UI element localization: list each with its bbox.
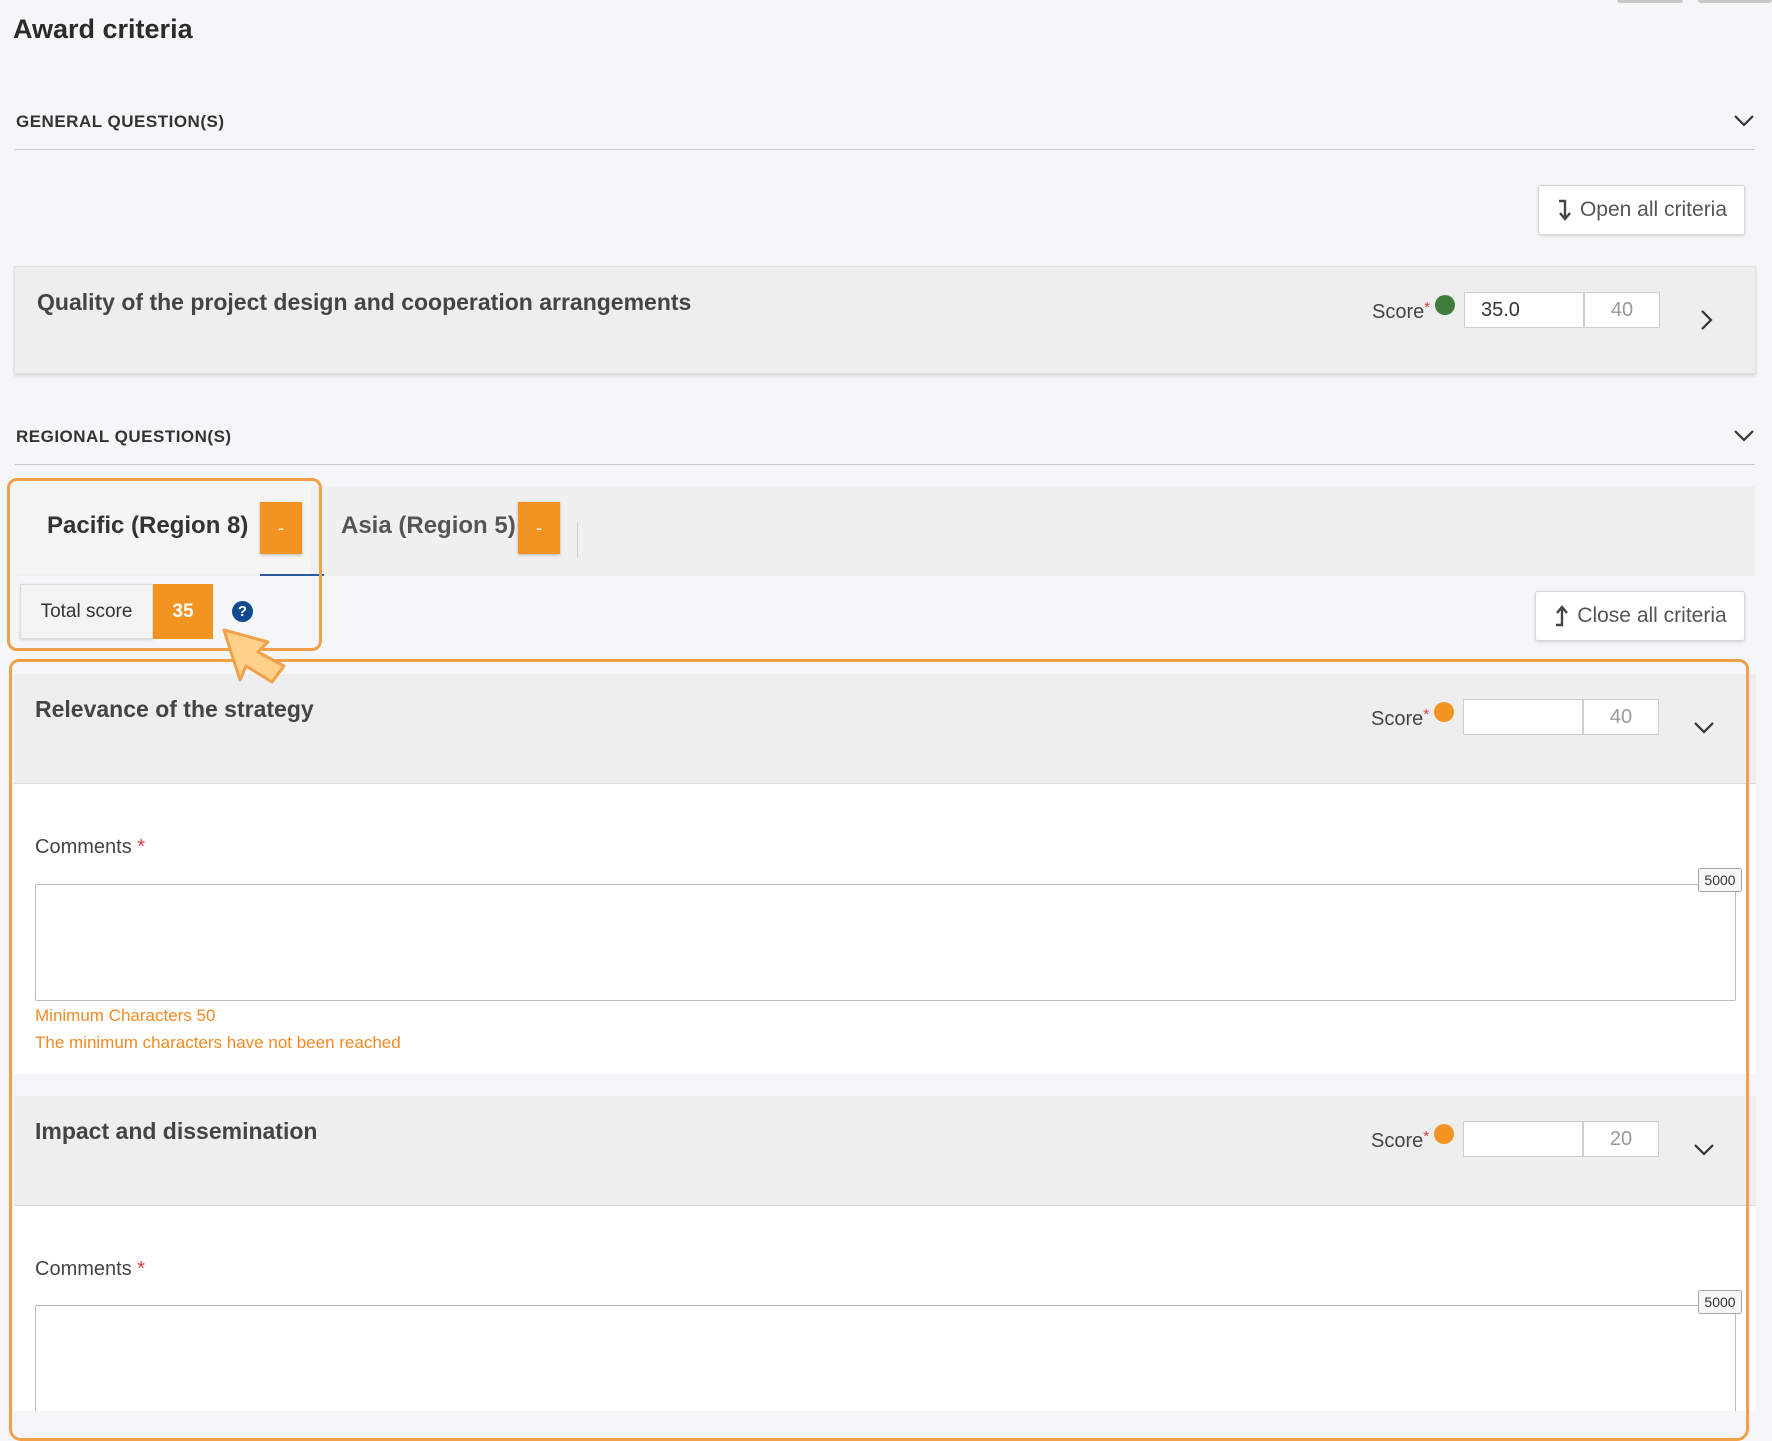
score-input[interactable]: [1463, 1121, 1583, 1157]
criterion-card-impact[interactable]: Impact and dissemination Score* 20: [14, 1096, 1756, 1206]
min-chars-warning: The minimum characters have not been rea…: [35, 1033, 401, 1052]
score-status-dot: [1434, 702, 1454, 722]
open-all-criteria-button[interactable]: Open all criteria: [1538, 185, 1745, 235]
score-label: Score*: [1372, 299, 1431, 323]
criterion-card-quality[interactable]: Quality of the project design and cooper…: [14, 266, 1756, 374]
criterion-body-relevance: Comments * 5000 Minimum Characters 50 Th…: [14, 784, 1756, 1074]
close-all-criteria-button[interactable]: Close all criteria: [1535, 591, 1745, 641]
total-score-label: Total score: [20, 584, 153, 639]
chevron-down-icon[interactable]: [1693, 721, 1715, 735]
chevron-right-icon[interactable]: [1700, 309, 1714, 331]
max-score: 40: [1583, 699, 1659, 735]
active-tab-indicator: [260, 574, 324, 576]
top-toolbar-button[interactable]: [1617, 0, 1683, 3]
comments-textarea[interactable]: [35, 1305, 1736, 1411]
tab-pacific-badge: -: [260, 502, 302, 554]
chevron-down-icon[interactable]: [1733, 429, 1755, 443]
max-score: 40: [1584, 292, 1660, 328]
close-all-criteria-label: Close all criteria: [1577, 604, 1727, 627]
regional-questions-label: REGIONAL QUESTION(S): [16, 427, 232, 446]
card-gap: [14, 1074, 1756, 1096]
arrow-up-icon: [1556, 605, 1569, 627]
pointer-arrow-icon: [222, 628, 286, 684]
max-score: 20: [1583, 1121, 1659, 1157]
criterion-card-relevance[interactable]: Relevance of the strategy Score* 40: [14, 674, 1756, 784]
criterion-title: Relevance of the strategy: [35, 696, 314, 722]
arrow-down-icon: [1558, 199, 1571, 221]
min-chars-hint: Minimum Characters 50: [35, 1006, 216, 1025]
region-tabs: Pacific (Region 8) - Asia (Region 5) -: [15, 486, 1755, 576]
chevron-down-icon[interactable]: [1693, 1143, 1715, 1157]
general-questions-label: GENERAL QUESTION(S): [16, 112, 225, 131]
top-toolbar-button[interactable]: [1698, 0, 1772, 3]
page-title: Award criteria: [13, 14, 193, 44]
score-input[interactable]: [1464, 292, 1584, 328]
score-label: Score*: [1371, 706, 1430, 730]
criterion-body-impact: Comments * 5000: [14, 1206, 1756, 1411]
total-score-value: 35: [153, 584, 213, 639]
criterion-title: Impact and dissemination: [35, 1118, 318, 1144]
help-icon[interactable]: ?: [232, 601, 253, 622]
chevron-down-icon[interactable]: [1733, 114, 1755, 128]
criterion-title: Quality of the project design and cooper…: [37, 289, 692, 315]
char-limit-counter: 5000: [1698, 1290, 1742, 1314]
score-input[interactable]: [1463, 699, 1583, 735]
score-status-dot: [1434, 1124, 1454, 1144]
regional-questions-header[interactable]: REGIONAL QUESTION(S): [15, 427, 1755, 465]
tab-asia-badge: -: [518, 502, 560, 554]
general-questions-header[interactable]: GENERAL QUESTION(S): [15, 112, 1755, 150]
comments-textarea[interactable]: [35, 884, 1736, 1001]
score-label: Score*: [1371, 1128, 1430, 1152]
comments-label: Comments *: [35, 1258, 146, 1280]
score-status-dot: [1435, 295, 1455, 315]
tab-asia-label[interactable]: Asia (Region 5): [341, 512, 516, 540]
open-all-criteria-label: Open all criteria: [1579, 198, 1728, 221]
tab-pacific-label[interactable]: Pacific (Region 8): [47, 512, 248, 540]
char-limit-counter: 5000: [1698, 868, 1742, 892]
comments-label: Comments *: [35, 836, 146, 858]
tab-divider: [577, 522, 578, 558]
